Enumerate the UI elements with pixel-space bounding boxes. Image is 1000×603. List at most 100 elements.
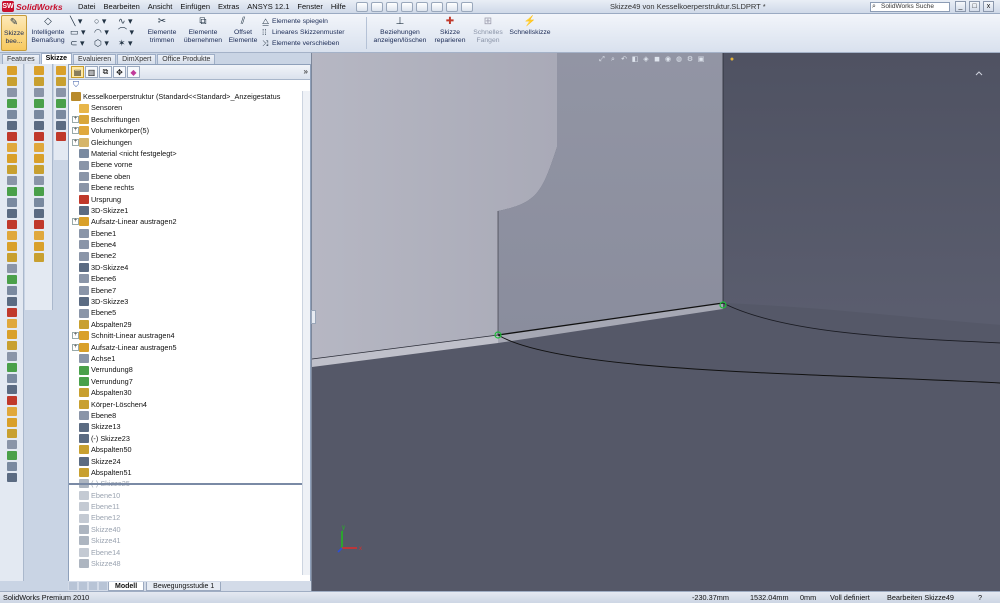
feature-tree-item[interactable]: Ebene rechts	[69, 182, 310, 193]
solidworks-logo[interactable]: SW SolidWorks	[0, 0, 66, 14]
feature-tree-item[interactable]: Skizze41	[69, 535, 310, 546]
slot-tool-icon[interactable]: ⊂ ▾	[70, 38, 94, 49]
display-manager-tab-icon[interactable]: ◆	[127, 66, 140, 78]
linear-pattern-button[interactable]: ⁞⁞ Lineares Skizzenmuster	[262, 27, 362, 38]
task-tool-icon[interactable]	[6, 99, 17, 108]
sketch-tool-icon[interactable]	[33, 99, 44, 108]
task-tool-icon[interactable]	[6, 220, 17, 229]
feature-tree-item[interactable]: Ebene oben	[69, 171, 310, 182]
tab-next-icon[interactable]	[89, 582, 97, 590]
feature-tree-item[interactable]: Skizze24	[69, 456, 310, 467]
feature-tree-item[interactable]: Körper-Löschen4	[69, 399, 310, 410]
line-tool-icon[interactable]: ╲ ▾	[70, 16, 94, 27]
task-tool-icon[interactable]	[6, 132, 17, 141]
menu-item[interactable]: Einfügen	[176, 0, 214, 14]
menu-item[interactable]: ANSYS 12.1	[243, 0, 293, 14]
task-tool-icon[interactable]	[6, 374, 17, 383]
task-tool-icon[interactable]	[6, 264, 17, 273]
task-tool-icon[interactable]	[6, 143, 17, 152]
hide-show-items-icon[interactable]: ◉	[664, 56, 672, 64]
feature-tree-item[interactable]: Verrundung8	[69, 364, 310, 375]
rapid-sketch-button[interactable]: ⚡ Schnellskizze	[508, 15, 552, 51]
feature-tree-item[interactable]: + Volumenkörper(5)	[69, 125, 310, 136]
task-tool-icon[interactable]	[6, 352, 17, 361]
feature-tree-item[interactable]: Abspalten30	[69, 387, 310, 398]
feature-tree-item[interactable]: + Beschriftungen	[69, 114, 310, 125]
task-tool-icon[interactable]	[6, 231, 17, 240]
feature-tree-item[interactable]: Ebene7	[69, 285, 310, 296]
feature-tree-item[interactable]: + Aufsatz-Linear austragen2	[69, 216, 310, 227]
task-tool-icon[interactable]	[6, 66, 17, 75]
open-folder-icon[interactable]	[370, 1, 383, 12]
sketch-tool-icon[interactable]	[33, 220, 44, 229]
sketch-tool-icon[interactable]	[33, 231, 44, 240]
edit-sketch-button[interactable]: ✎ Skizze bee...	[1, 15, 27, 51]
sketch-tool-icon[interactable]	[33, 253, 44, 262]
configuration-manager-tab-icon[interactable]: ⧉	[99, 66, 112, 78]
feature-tree-item[interactable]: Sensoren	[69, 102, 310, 113]
task-tool-icon[interactable]	[6, 242, 17, 251]
close-button[interactable]: x	[983, 1, 994, 12]
smart-dimension-button[interactable]: ◇ Intelligente Bemaßung	[28, 15, 68, 51]
expand-icon[interactable]: +	[72, 115, 79, 123]
undo-icon[interactable]	[415, 1, 428, 12]
spline-tool-icon[interactable]: ∿ ▾	[118, 16, 142, 27]
task-tool-icon[interactable]	[6, 429, 17, 438]
sketch-tool-icon[interactable]	[33, 132, 44, 141]
tab-prev-icon[interactable]	[79, 582, 87, 590]
menu-item[interactable]: Bearbeiten	[100, 0, 144, 14]
task-tool-icon[interactable]	[6, 407, 17, 416]
sketch-tool-icon[interactable]	[33, 242, 44, 251]
rebuild-icon[interactable]	[445, 1, 458, 12]
tab-last-icon[interactable]	[99, 582, 107, 590]
mini-tool-icon[interactable]	[56, 110, 66, 119]
task-tool-icon[interactable]	[6, 187, 17, 196]
task-tool-icon[interactable]	[6, 275, 17, 284]
feature-tree-item[interactable]: Kesselkoerperstruktur (Standard<<Standar…	[69, 91, 310, 102]
task-tool-icon[interactable]	[6, 253, 17, 262]
repair-sketch-button[interactable]: ✚ Skizze reparieren	[432, 15, 468, 51]
select-icon[interactable]	[430, 1, 443, 12]
feature-tree-item[interactable]: Ebene12	[69, 512, 310, 523]
task-tool-icon[interactable]	[6, 363, 17, 372]
trim-entities-button[interactable]: ✂ Elemente trimmen	[144, 15, 180, 51]
options-icon[interactable]	[460, 1, 473, 12]
sketch-tool-icon[interactable]	[33, 209, 44, 218]
tab-first-icon[interactable]	[69, 582, 77, 590]
task-tool-icon[interactable]	[6, 121, 17, 130]
task-tool-icon[interactable]	[6, 385, 17, 394]
expand-icon[interactable]: +	[72, 218, 79, 226]
model-tab[interactable]: Modell	[108, 581, 145, 591]
feature-tree-item[interactable]: Abspalten51	[69, 467, 310, 478]
convert-entities-button[interactable]: ⧉ Elemente übernehmen	[181, 15, 225, 51]
feature-tree-item[interactable]: Ebene4	[69, 239, 310, 250]
apply-scene-icon[interactable]: ⚙	[686, 56, 694, 64]
task-tool-icon[interactable]	[6, 319, 17, 328]
feature-tree-item[interactable]: Abspalten50	[69, 444, 310, 455]
feature-tree-item[interactable]: Ebene10	[69, 490, 310, 501]
feature-tree-item[interactable]: Achse1	[69, 353, 310, 364]
mini-tool-icon[interactable]	[56, 77, 66, 86]
task-tool-icon[interactable]	[6, 462, 17, 471]
task-tool-icon[interactable]	[6, 165, 17, 174]
sketch-tool-icon[interactable]	[33, 176, 44, 185]
feature-tree-item[interactable]: Verrundung7	[69, 376, 310, 387]
command-tab[interactable]: Office Produkte	[157, 54, 216, 64]
zoom-to-fit-icon[interactable]: ⤢	[598, 56, 606, 64]
task-tool-icon[interactable]	[6, 396, 17, 405]
menu-item[interactable]: Datei	[74, 0, 100, 14]
sketch-tool-icon[interactable]	[33, 66, 44, 75]
graphics-area[interactable]: y x ⤢ ⌕ ↶ ◧ ◈ ◼ ◉ ◍ ⚙ ▣ ●	[311, 53, 1000, 591]
sketch-tool-icon[interactable]	[33, 77, 44, 86]
mirror-entities-button[interactable]: ⧋ Elemente spiegeln	[262, 16, 362, 27]
property-manager-tab-icon[interactable]: ▥	[85, 66, 98, 78]
sketch-tool-icon[interactable]	[33, 187, 44, 196]
sketch-tool-icon[interactable]	[33, 143, 44, 152]
mini-tool-icon[interactable]	[56, 132, 66, 141]
filter-icon[interactable]: ⛉	[69, 80, 310, 90]
feature-tree-item[interactable]: + Gleichungen	[69, 137, 310, 148]
task-tool-icon[interactable]	[6, 88, 17, 97]
model-viewport[interactable]: y x	[312, 53, 1000, 591]
display-relations-button[interactable]: ⊥ Beziehungen anzeigen/löschen	[370, 15, 430, 51]
task-tool-icon[interactable]	[6, 297, 17, 306]
